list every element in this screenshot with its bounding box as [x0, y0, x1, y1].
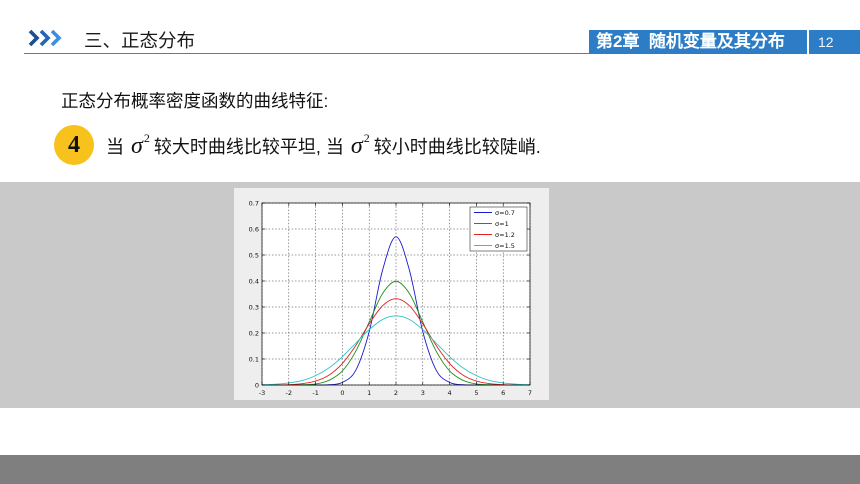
- x-tick-label: 7: [528, 389, 532, 397]
- legend-label: σ=0.7: [495, 209, 515, 217]
- legend-label: σ=1.5: [495, 242, 515, 250]
- triple-chevron-right-icon: [27, 28, 69, 48]
- exponent-2: 2: [363, 131, 370, 145]
- x-tick-label: 6: [501, 389, 505, 397]
- footer-bar: [0, 455, 860, 484]
- point-statement: 当 σ2 较大时曲线比较平坦, 当 σ2 较小时曲线比较陡峭.: [106, 131, 541, 163]
- y-tick-label: 0.5: [249, 251, 259, 259]
- x-tick-label: 5: [474, 389, 478, 397]
- x-tick-label: 2: [394, 389, 398, 397]
- point-number: 4: [68, 132, 80, 158]
- statement-text-2: 较大时曲线比较平坦, 当: [153, 137, 344, 157]
- page-number: 12: [809, 30, 860, 54]
- y-tick-label: 0.1: [249, 355, 259, 363]
- chapter-label: 第2章 随机变量及其分布: [589, 30, 807, 54]
- figure-panel: -3 -2 -1 0 1 2 3 4 5 6 7 0 0.1 0.2 0.3 0.4 0.5 0.6 0.7 σ=0.…: [234, 188, 549, 400]
- legend-label: σ=1.2: [495, 231, 515, 239]
- header-divider: [24, 53, 589, 54]
- x-tick-label: 1: [367, 389, 371, 397]
- x-tick-label: -3: [259, 389, 265, 397]
- chart-plot: -3 -2 -1 0 1 2 3 4 5 6 7 0 0.1 0.2 0.3 0.4 0.5 0.6 0.7 σ=0.…: [249, 199, 532, 397]
- y-tick-label: 0.3: [249, 303, 259, 311]
- y-tick-label: 0.4: [249, 277, 259, 285]
- y-tick-label: 0.2: [249, 329, 259, 337]
- sigma-symbol-2: σ: [350, 133, 363, 159]
- section-title: 三、正态分布: [84, 30, 196, 51]
- sigma-symbol-1: σ: [131, 133, 143, 159]
- x-tick-label: 3: [421, 389, 425, 397]
- legend-label: σ=1: [495, 220, 509, 228]
- y-tick-label: 0.7: [249, 199, 259, 207]
- y-tick-label: 0.6: [249, 225, 259, 233]
- x-tick-label: -2: [286, 389, 292, 397]
- x-tick-label: 0: [340, 389, 344, 397]
- slide-subtitle: 正态分布概率密度函数的曲线特征:: [61, 91, 329, 111]
- statement-text-3: 较小时曲线比较陡峭.: [373, 137, 541, 157]
- y-tick-label: 0: [255, 381, 259, 389]
- exponent-1: 2: [143, 131, 150, 145]
- x-tick-label: 4: [448, 389, 452, 397]
- x-tick-label: -1: [312, 389, 318, 397]
- statement-text-1: 当: [106, 137, 124, 157]
- point-number-badge: 4: [54, 125, 94, 165]
